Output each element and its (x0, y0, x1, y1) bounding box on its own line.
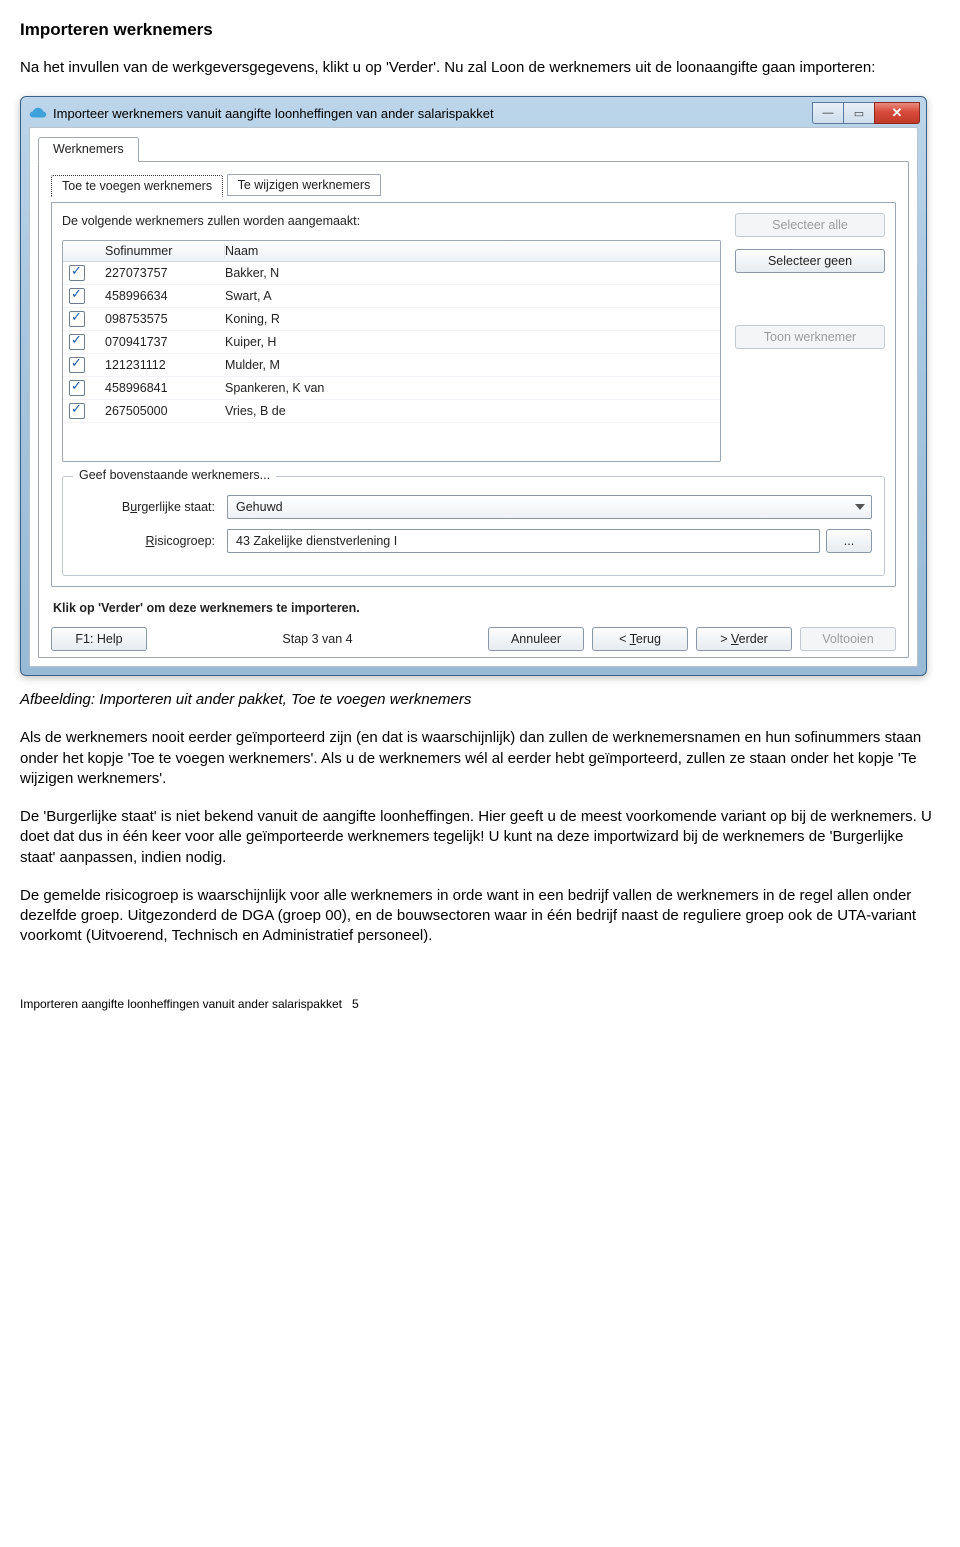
employee-list[interactable]: Sofinummer Naam 227073757 Bakker, N (62, 240, 721, 462)
body-paragraph-1: Als de werknemers nooit eerder geïmporte… (20, 728, 940, 789)
import-window: Importeer werknemers vanuit aangifte loo… (20, 96, 927, 676)
tab-werknemers[interactable]: Werknemers (38, 137, 139, 162)
list-header: Sofinummer Naam (63, 241, 720, 262)
app-icon (29, 106, 47, 120)
cell-sofi: 227073757 (105, 266, 225, 280)
list-item[interactable]: 458996634 Swart, A (63, 285, 720, 308)
cell-naam: Swart, A (225, 289, 714, 303)
finish-button[interactable]: Voltooien (800, 627, 896, 651)
minimize-button[interactable]: — (812, 102, 843, 124)
cell-naam: Mulder, M (225, 358, 714, 372)
list-item[interactable]: 458996841 Spankeren, K van (63, 377, 720, 400)
list-intro: De volgende werknemers zullen worden aan… (62, 213, 721, 230)
col-naam: Naam (225, 244, 714, 258)
select-none-button[interactable]: Selecteer geen (735, 249, 885, 273)
checkbox-icon[interactable] (69, 334, 85, 350)
titlebar[interactable]: Importeer werknemers vanuit aangifte loo… (21, 97, 926, 127)
body-paragraph-3: De gemelde risicogroep is waarschijnlijk… (20, 886, 940, 947)
cell-naam: Vries, B de (225, 404, 714, 418)
body-paragraph-2: De 'Burgerlijke staat' is niet bekend va… (20, 807, 940, 868)
cell-sofi: 121231112 (105, 358, 225, 372)
risicogroep-browse-button[interactable]: ... (826, 529, 872, 553)
group-legend: Geef bovenstaande werknemers... (73, 468, 276, 482)
burgerlijke-staat-select[interactable]: Gehuwd (227, 495, 872, 519)
page-footer: Importeren aangifte loonheffingen vanuit… (20, 997, 940, 1011)
cancel-button[interactable]: Annuleer (488, 627, 584, 651)
cell-sofi: 070941737 (105, 335, 225, 349)
step-indicator: Stap 3 van 4 (282, 632, 352, 646)
cell-sofi: 458996634 (105, 289, 225, 303)
help-button[interactable]: F1: Help (51, 627, 147, 651)
checkbox-icon[interactable] (69, 288, 85, 304)
cell-naam: Koning, R (225, 312, 714, 326)
list-item[interactable]: 227073757 Bakker, N (63, 262, 720, 285)
next-button[interactable]: > Verder (696, 627, 792, 651)
risicogroep-field[interactable]: 43 Zakelijke dienstverlening I (227, 529, 820, 553)
window-title: Importeer werknemers vanuit aangifte loo… (53, 106, 812, 121)
subtab-toe-te-voegen[interactable]: Toe te voegen werknemers (51, 175, 223, 197)
list-item[interactable]: 070941737 Kuiper, H (63, 331, 720, 354)
cell-naam: Spankeren, K van (225, 381, 714, 395)
label-burgerlijke-staat: Burgerlijke staat: (75, 500, 227, 514)
col-sofinummer: Sofinummer (105, 244, 225, 258)
list-item[interactable]: 121231112 Mulder, M (63, 354, 720, 377)
select-all-button[interactable]: Selecteer alle (735, 213, 885, 237)
checkbox-icon[interactable] (69, 265, 85, 281)
defaults-group: Geef bovenstaande werknemers... Burgerli… (62, 476, 885, 576)
close-button[interactable]: ✕ (874, 102, 920, 124)
show-employee-button[interactable]: Toon werknemer (735, 325, 885, 349)
subtab-te-wijzigen[interactable]: Te wijzigen werknemers (227, 174, 382, 196)
page-heading: Importeren werknemers (20, 20, 940, 40)
checkbox-icon[interactable] (69, 311, 85, 327)
instruction-bold: Klik op 'Verder' om deze werknemers te i… (53, 601, 896, 615)
checkbox-icon[interactable] (69, 380, 85, 396)
intro-paragraph: Na het invullen van de werkgeversgegeven… (20, 58, 940, 78)
maximize-button[interactable]: ▭ (843, 102, 874, 124)
cell-naam: Bakker, N (225, 266, 714, 280)
cell-naam: Kuiper, H (225, 335, 714, 349)
figure-caption: Afbeelding: Importeren uit ander pakket,… (20, 690, 940, 710)
cell-sofi: 458996841 (105, 381, 225, 395)
back-button[interactable]: < Terug (592, 627, 688, 651)
checkbox-icon[interactable] (69, 357, 85, 373)
list-item[interactable]: 098753575 Koning, R (63, 308, 720, 331)
list-item[interactable]: 267505000 Vries, B de (63, 400, 720, 423)
cell-sofi: 267505000 (105, 404, 225, 418)
cell-sofi: 098753575 (105, 312, 225, 326)
checkbox-icon[interactable] (69, 403, 85, 419)
label-risicogroep: Risicogroep: (75, 534, 227, 548)
